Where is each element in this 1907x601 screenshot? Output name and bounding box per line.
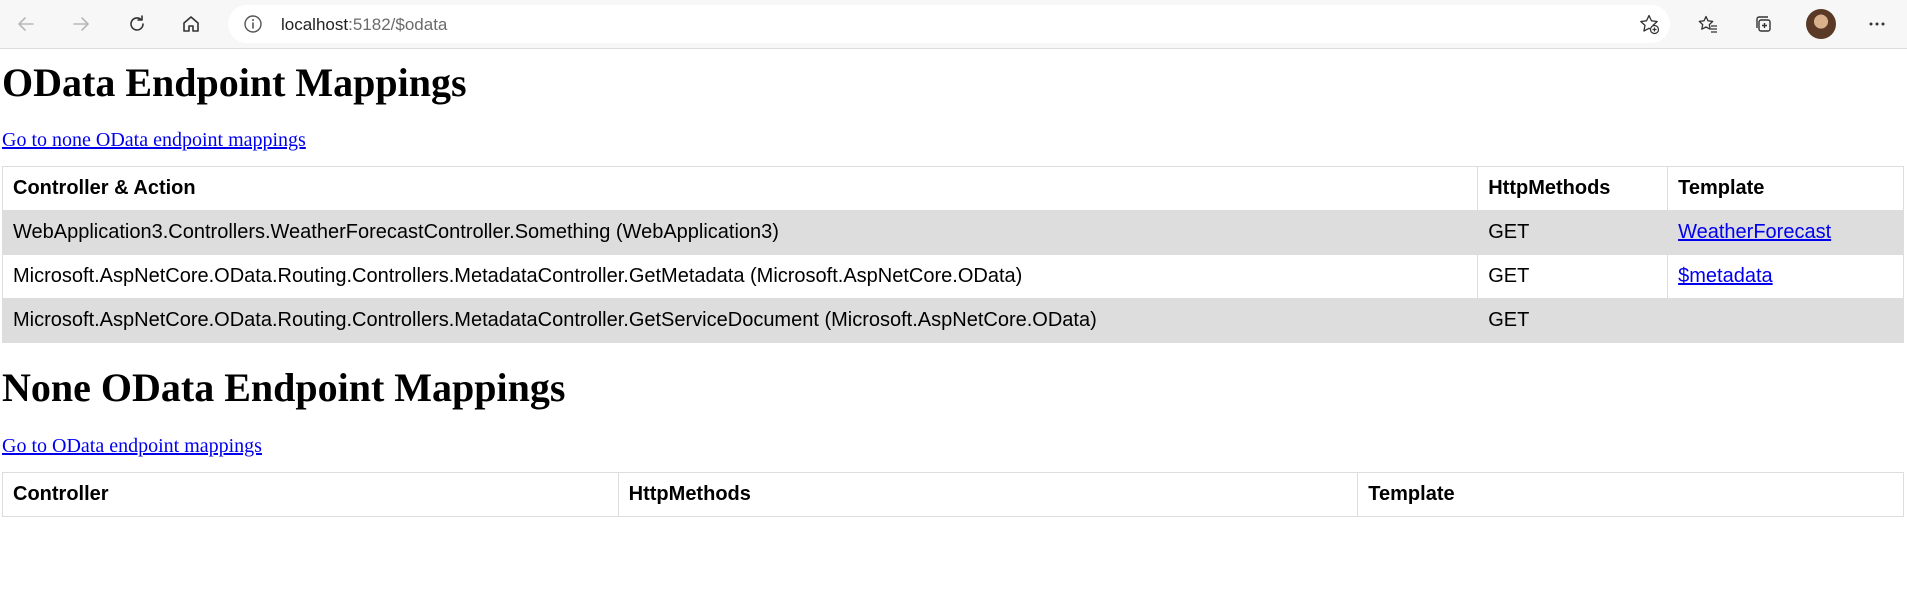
forward-icon[interactable] — [63, 6, 99, 42]
column-header-template: Template — [1667, 166, 1904, 211]
column-header-template: Template — [1357, 472, 1904, 517]
collections-icon[interactable] — [1745, 6, 1781, 42]
column-header-controller-action: Controller & Action — [1, 166, 1479, 211]
httpmethods-cell: GET — [1477, 298, 1669, 343]
httpmethods-cell: GET — [1477, 210, 1669, 255]
template-cell: $metadata — [1667, 254, 1904, 299]
address-bar[interactable]: localhost:5182/$odata — [228, 5, 1670, 43]
template-cell — [1667, 298, 1904, 343]
table-header-row: Controller HttpMethods Template — [2, 472, 1904, 517]
table-row: Microsoft.AspNetCore.OData.Routing.Contr… — [1, 298, 1904, 343]
table-row: Microsoft.AspNetCore.OData.Routing.Contr… — [1, 254, 1904, 299]
odata-link[interactable]: Go to OData endpoint mappings — [0, 434, 1907, 458]
template-link[interactable]: $metadata — [1678, 265, 1773, 287]
more-icon[interactable] — [1859, 6, 1895, 42]
page-content: OData Endpoint Mappings Go to none OData… — [0, 49, 1907, 517]
favorites-icon[interactable] — [1690, 6, 1726, 42]
column-header-controller: Controller — [2, 472, 619, 517]
template-link[interactable]: WeatherForecast — [1678, 221, 1831, 243]
template-cell: WeatherForecast — [1667, 210, 1904, 255]
refresh-icon[interactable] — [119, 6, 155, 42]
controller-action-cell: WebApplication3.Controllers.WeatherForec… — [1, 210, 1479, 255]
url-text[interactable]: localhost:5182/$odata — [281, 15, 447, 35]
column-header-httpmethods: HttpMethods — [1477, 166, 1669, 211]
browser-toolbar: localhost:5182/$odata — [0, 0, 1907, 49]
column-header-httpmethods: HttpMethods — [617, 472, 1359, 517]
controller-action-cell: Microsoft.AspNetCore.OData.Routing.Contr… — [1, 254, 1479, 299]
odata-heading: OData Endpoint Mappings — [2, 60, 467, 105]
info-icon[interactable] — [243, 14, 263, 34]
non-odata-heading: None OData Endpoint Mappings — [2, 365, 566, 410]
controller-action-cell: Microsoft.AspNetCore.OData.Routing.Contr… — [1, 298, 1479, 343]
table-row: WebApplication3.Controllers.WeatherForec… — [1, 210, 1904, 255]
non-odata-table: Controller HttpMethods Template — [2, 472, 1904, 517]
none-odata-link[interactable]: Go to none OData endpoint mappings — [0, 128, 1907, 152]
url-path: :5182/$odata — [348, 15, 448, 34]
httpmethods-cell: GET — [1477, 254, 1669, 299]
back-icon[interactable] — [8, 6, 44, 42]
profile-avatar[interactable] — [1806, 9, 1836, 39]
table-header-row: Controller & Action HttpMethods Template — [1, 166, 1904, 211]
url-host: localhost — [281, 15, 349, 34]
odata-table: Controller & Action HttpMethods Template… — [1, 166, 1904, 343]
favorite-add-icon[interactable] — [1638, 13, 1660, 35]
home-icon[interactable] — [173, 6, 209, 42]
